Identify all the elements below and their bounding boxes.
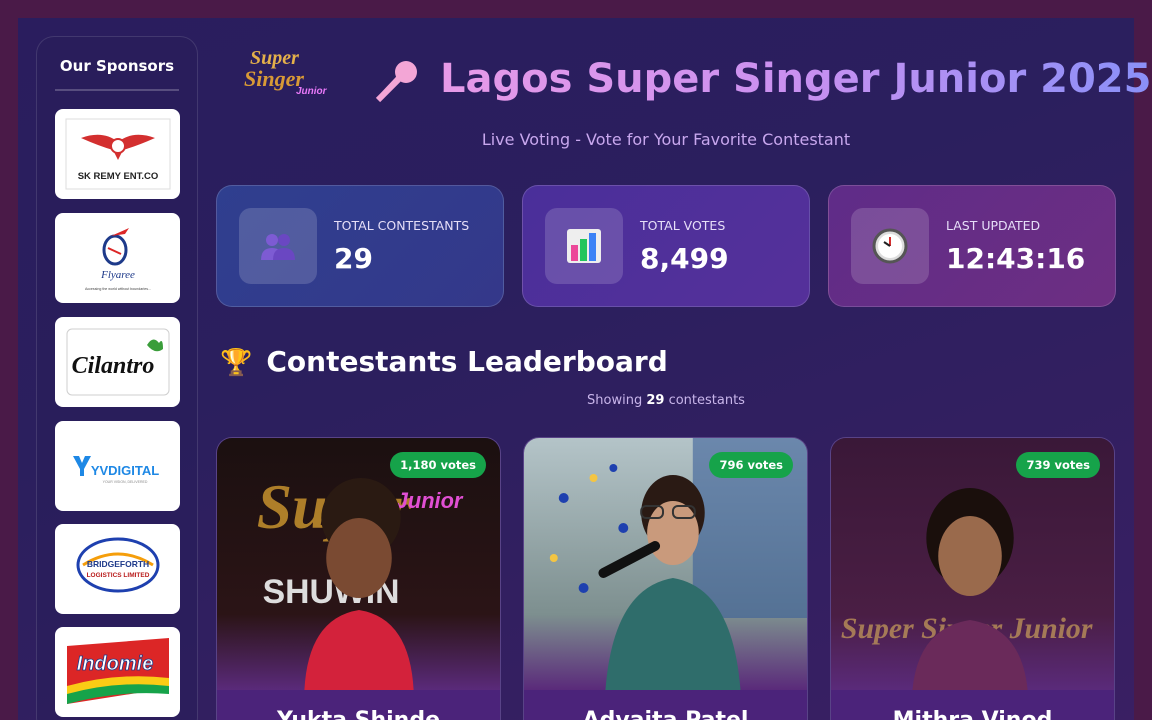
- stat-label: LAST UPDATED: [946, 218, 1041, 233]
- people-icon: [239, 208, 317, 284]
- yvdigital-logo: YVDIGITAL YOUR VISION, DELIVERED: [72, 456, 159, 484]
- clock-icon: [851, 208, 929, 284]
- svg-text:SK REMY ENT.CO: SK REMY ENT.CO: [77, 171, 158, 182]
- svg-text:LOGISTICS LIMITED: LOGISTICS LIMITED: [86, 572, 149, 579]
- contestant-name: Yukta Shinde: [217, 708, 500, 720]
- stat-total-contestants: TOTAL CONTESTANTS 29: [216, 185, 504, 307]
- trophy-icon: 🏆: [220, 348, 253, 378]
- sponsor-cilantro[interactable]: Cilantro: [55, 317, 180, 407]
- vote-count-badge: 739 votes: [1016, 452, 1100, 478]
- svg-text:YVDIGITAL: YVDIGITAL: [90, 463, 158, 478]
- stat-last-updated: LAST UPDATED 12:43:16: [828, 185, 1116, 307]
- stat-value: 12:43:16: [946, 242, 1086, 275]
- contestant-name: Mithra Vinod: [831, 708, 1114, 720]
- contestant-card[interactable]: Super Singer Junior 739 votes Mithra Vin…: [830, 437, 1115, 720]
- microphone-icon: [375, 61, 417, 103]
- svg-text:Flyaree: Flyaree: [100, 269, 135, 281]
- flyaree-logo: Flyaree Accessing the world without boun…: [84, 228, 151, 291]
- sidebar-title: Our Sponsors: [59, 57, 175, 75]
- sponsors-sidebar: Our Sponsors SK REMY ENT.CO Flyaree Acce…: [36, 36, 198, 720]
- stat-value: 8,499: [640, 242, 729, 275]
- indomie-logo: Indomie: [66, 638, 169, 704]
- page-title: Lagos Super Singer Junior 2025: [440, 56, 1152, 102]
- stat-label: TOTAL VOTES: [640, 218, 726, 233]
- svg-text:Accessing the world without bo: Accessing the world without boundaries..…: [84, 287, 150, 291]
- leaderboard-title: 🏆 Contestants Leaderboard: [220, 345, 668, 378]
- sponsor-flyaree[interactable]: Flyaree Accessing the world without boun…: [55, 213, 180, 303]
- contestant-card[interactable]: 796 votes Advaita Patel: [523, 437, 808, 720]
- cilantro-logo: Cilantro: [66, 328, 169, 396]
- sponsor-indomie[interactable]: Indomie: [55, 627, 180, 717]
- vote-count-badge: 1,180 votes: [390, 452, 486, 478]
- stat-value: 29: [334, 242, 373, 275]
- svg-text:BRIDGEFORTH: BRIDGEFORTH: [86, 559, 148, 569]
- svg-text:Junior: Junior: [396, 488, 464, 513]
- results-count: Showing 29 contestants: [587, 393, 745, 408]
- stat-label: TOTAL CONTESTANTS: [334, 218, 470, 233]
- sk-remy-logo: SK REMY ENT.CO: [65, 118, 170, 190]
- bar-chart-icon: [545, 208, 623, 284]
- svg-text:Cilantro: Cilantro: [71, 353, 154, 379]
- bridgeforth-logo: BRIDGEFORTH LOGISTICS LIMITED: [76, 537, 159, 593]
- contestant-card[interactable]: Super Junior SHUWIN 1,180 votes Yukta Sh…: [216, 437, 501, 720]
- sponsor-sk-remy[interactable]: SK REMY ENT.CO: [55, 109, 180, 199]
- sponsor-yvdigital[interactable]: YVDIGITAL YOUR VISION, DELIVERED: [55, 421, 180, 511]
- svg-text:Junior: Junior: [296, 86, 328, 97]
- vote-count-badge: 796 votes: [709, 452, 793, 478]
- sponsor-bridgeforth[interactable]: BRIDGEFORTH LOGISTICS LIMITED: [55, 524, 180, 614]
- super-singer-logo: Super Singer Junior: [244, 47, 328, 97]
- sidebar-divider: [55, 89, 179, 91]
- svg-text:Indomie: Indomie: [76, 653, 153, 675]
- stat-total-votes: TOTAL VOTES 8,499: [522, 185, 810, 307]
- svg-text:YOUR VISION, DELIVERED: YOUR VISION, DELIVERED: [102, 480, 147, 484]
- contestant-name: Advaita Patel: [524, 708, 807, 720]
- page-subtitle: Live Voting - Vote for Your Favorite Con…: [481, 130, 851, 149]
